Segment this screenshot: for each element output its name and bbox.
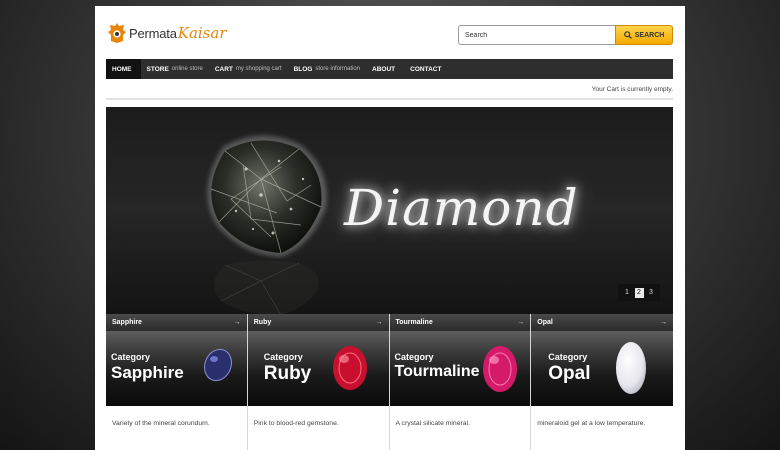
- nav-item-about[interactable]: ABOUT: [366, 59, 404, 79]
- category-title: Tourmaline: [394, 363, 480, 380]
- category-name: Tourmaline: [395, 319, 433, 326]
- category-header[interactable]: Opal →: [531, 314, 673, 331]
- main-nav: HOME STORE online store CART my shopping…: [106, 59, 673, 79]
- slider-pagination: 1 2 3: [618, 284, 660, 301]
- category-header[interactable]: Sapphire →: [106, 314, 247, 331]
- slider-page-1[interactable]: 1: [623, 288, 632, 298]
- category-header[interactable]: Ruby →: [247, 314, 389, 331]
- category-prefix: Category: [111, 352, 151, 362]
- search-button-label: SEARCH: [634, 31, 665, 39]
- cart-status: Your Cart is currently empty.: [591, 86, 673, 93]
- nav-item-label: ABOUT: [372, 65, 396, 73]
- category-prefix: Category: [548, 352, 588, 362]
- category-description: A crystal silicate mineral.: [395, 420, 470, 427]
- arrow-right-icon: →: [375, 319, 383, 326]
- diamond-image: [207, 135, 327, 257]
- sapphire-gem-icon: [204, 348, 232, 382]
- nav-item-home[interactable]: HOME: [106, 59, 141, 79]
- slider-page-3[interactable]: 3: [647, 288, 656, 298]
- category-prefix: Category: [394, 352, 434, 362]
- nav-item-sublabel: store information: [315, 66, 361, 72]
- nav-item-cart[interactable]: CART my shopping cart: [209, 59, 288, 79]
- category-prefix: Category: [263, 352, 303, 362]
- search-bar: SEARCH: [458, 25, 673, 45]
- category-banner[interactable]: Category Ruby: [247, 331, 389, 406]
- category-title: Ruby: [263, 363, 312, 384]
- category-banner[interactable]: Category Sapphire: [106, 331, 247, 406]
- category-card-sapphire[interactable]: Sapphire → Category Sapphire Variety of …: [106, 314, 248, 450]
- nav-item-label: STORE: [146, 65, 169, 73]
- diamond-reflection: [214, 260, 319, 314]
- nav-item-label: CONTACT: [410, 65, 442, 73]
- nav-item-label: BLOG: [293, 65, 313, 73]
- category-grid: Sapphire → Category Sapphire Variety of …: [106, 314, 673, 450]
- nav-item-label: CART: [214, 65, 233, 73]
- arrow-right-icon: →: [517, 319, 525, 326]
- category-description: Pink to blood-red gemstone.: [253, 420, 339, 427]
- category-card-tourmaline[interactable]: Tourmaline → Category Tourmaline A cryst…: [389, 314, 532, 450]
- category-description: mineraloid gel at a low temperature.: [537, 420, 646, 427]
- category-card-opal[interactable]: Opal → Category Opal mineraloid gel at a…: [531, 314, 673, 450]
- page-container: Permata Kaisar SEARCH HOME STORE online …: [95, 6, 685, 450]
- category-title: Opal: [548, 363, 591, 384]
- category-card-ruby[interactable]: Ruby → Category Ruby Pink to blood-red g…: [247, 314, 390, 450]
- category-name: Opal: [537, 319, 553, 326]
- nav-item-store[interactable]: STORE online store: [141, 59, 209, 79]
- category-name: Sapphire: [112, 319, 142, 326]
- search-button[interactable]: SEARCH: [615, 25, 673, 45]
- divider: [106, 98, 673, 100]
- category-name: Ruby: [253, 319, 272, 326]
- nav-item-sublabel: online store: [171, 66, 203, 72]
- logo-text-accent: Kaisar: [177, 24, 227, 42]
- arrow-right-icon: →: [660, 319, 667, 326]
- arrow-right-icon: →: [233, 319, 241, 326]
- slide-title: Diamond: [344, 179, 579, 237]
- category-title: Sapphire: [111, 363, 184, 382]
- tourmaline-gem-icon: [482, 346, 517, 392]
- site-logo[interactable]: Permata Kaisar: [108, 22, 227, 44]
- hero-slider[interactable]: Diamond 1 2 3: [106, 107, 673, 314]
- nav-item-sublabel: my shopping cart: [235, 66, 282, 72]
- slider-page-2[interactable]: 2: [634, 287, 644, 298]
- category-header[interactable]: Tourmaline →: [389, 314, 531, 331]
- search-icon: [623, 31, 632, 39]
- nav-item-blog[interactable]: BLOG store information: [288, 59, 366, 79]
- logo-text-main: Permata: [129, 25, 177, 41]
- ruby-gem-icon: [332, 346, 367, 390]
- search-input[interactable]: [458, 25, 616, 45]
- category-description: Variety of the mineral corundum.: [112, 420, 210, 427]
- category-banner[interactable]: Category Tourmaline: [389, 331, 531, 406]
- opal-gem-icon: [616, 342, 647, 394]
- nav-item-contact[interactable]: CONTACT: [404, 59, 450, 79]
- nav-item-label: HOME: [112, 65, 132, 73]
- logo-icon: [108, 23, 126, 43]
- category-banner[interactable]: Category Opal: [531, 331, 673, 406]
